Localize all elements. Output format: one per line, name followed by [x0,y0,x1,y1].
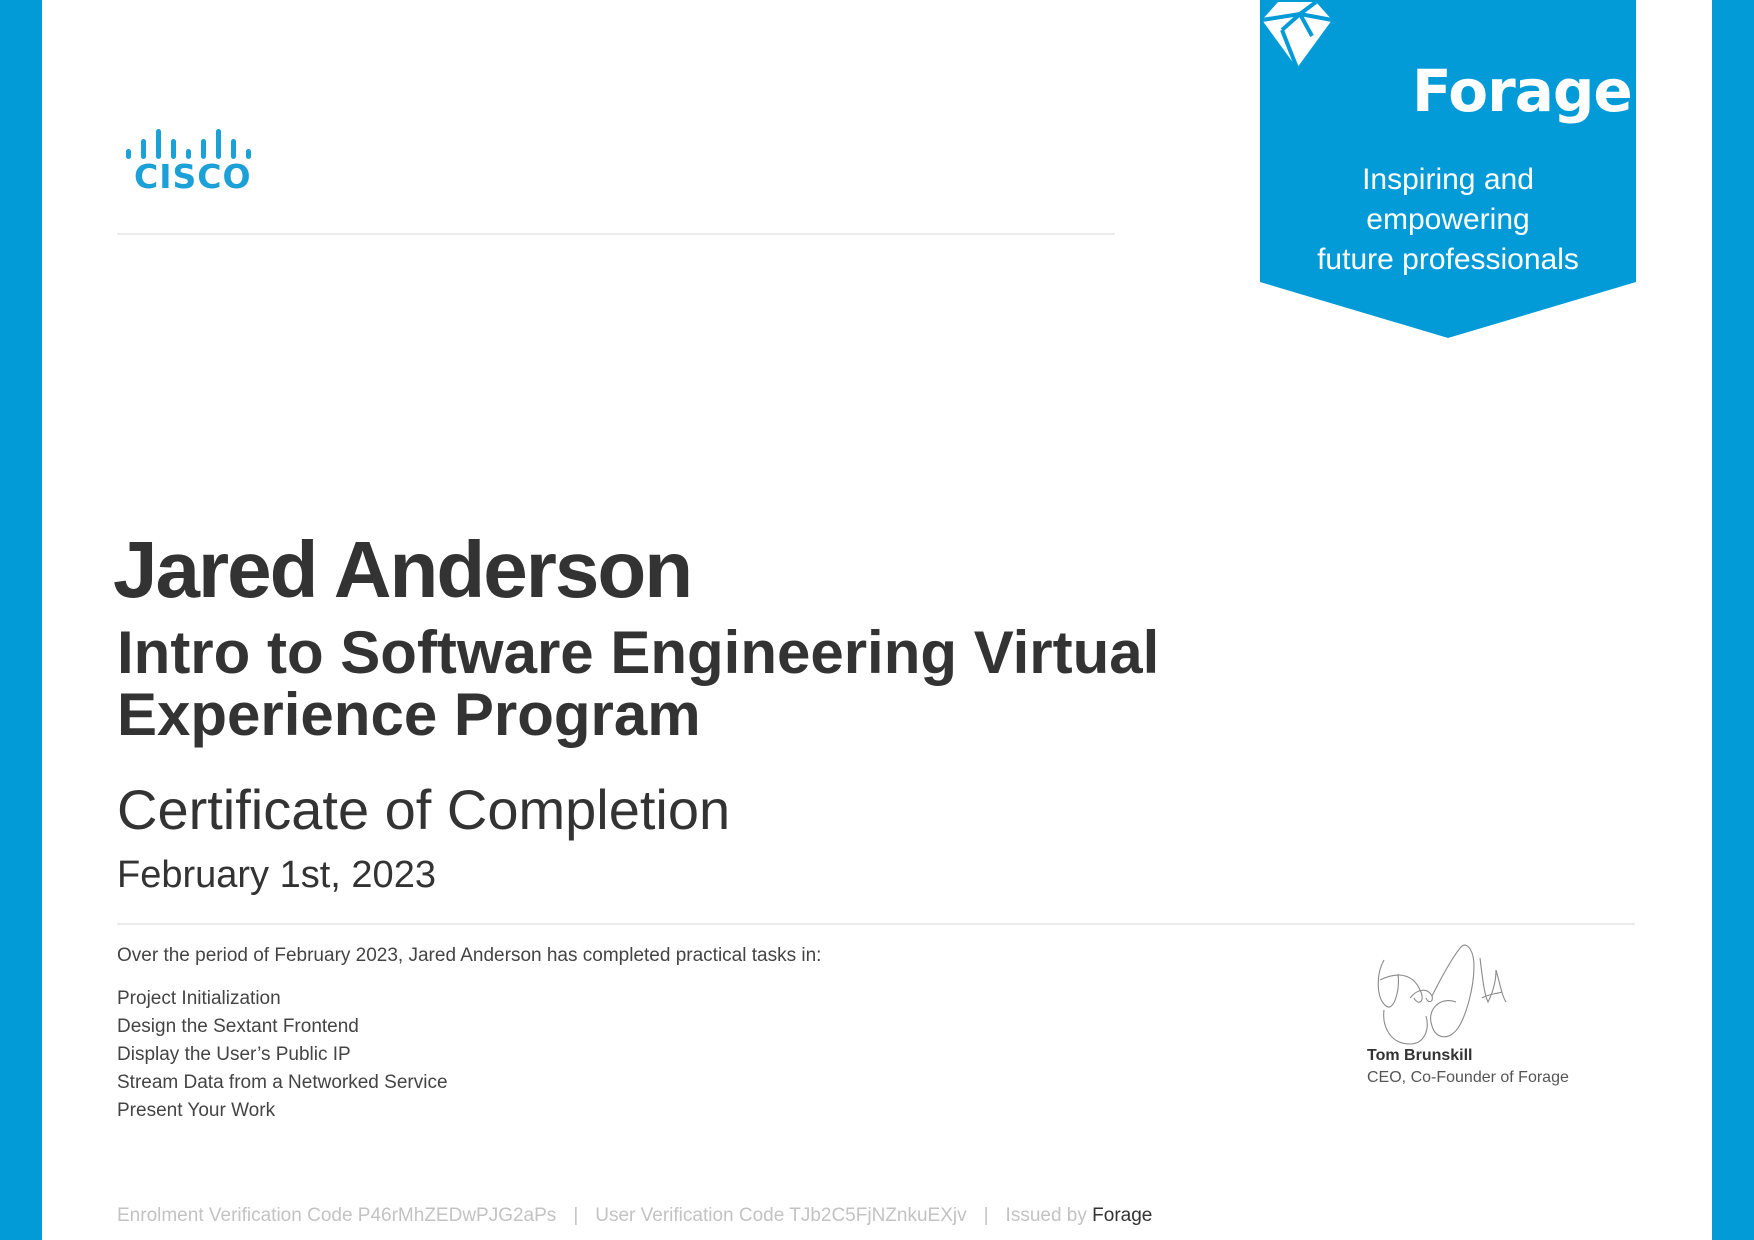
cisco-bars-icon [124,123,256,159]
forage-wordmark: Forage [1412,57,1633,125]
issued-by-label: Issued by [1005,1205,1087,1226]
task-item: Project Initialization [117,988,281,1009]
tagline-line: future professionals [1317,243,1579,276]
right-border-bar [1712,0,1754,1240]
task-item: Present Your Work [117,1100,276,1121]
recipient-name: Jared Anderson [113,525,693,614]
task-item: Design the Sextant Frontend [117,1016,359,1037]
tagline-line: Inspiring and [1362,163,1534,196]
certificate-date: February 1st, 2023 [117,854,436,896]
forage-tagline: Inspiring and empowering future professi… [1260,160,1636,280]
forage-gem-icon [1261,0,1333,69]
certificate-title: Certificate of Completion [117,778,731,841]
cisco-wordmark: CISCO [134,157,252,196]
task-list: Project Initialization Design the Sextan… [117,985,448,1125]
handwritten-signature [1377,944,1507,1045]
forage-badge: Forage Inspiring and empowering future p… [1260,0,1636,338]
tagline-line: empowering [1366,203,1530,236]
footer-separator: | [573,1205,579,1226]
task-item: Display the User’s Public IP [117,1044,351,1065]
left-border-bar [0,0,42,1240]
program-title: Intro to Software Engineering Virtual Ex… [117,619,1160,748]
content-divider [117,923,1635,925]
signatory-title: CEO, Co-Founder of Forage [1367,1069,1569,1086]
user-verification-code: User Verification Code TJb2C5FjNZnkuEXjv [595,1205,967,1226]
verification-footer: Enrolment Verification Code P46rMhZEDwPJ… [117,1202,1152,1230]
completion-statement: Over the period of February 2023, Jared … [117,945,822,966]
cisco-logo: CISCO [124,123,256,195]
header-divider [117,233,1115,235]
enrolment-verification-code: Enrolment Verification Code P46rMhZEDwPJ… [117,1205,557,1226]
task-item: Stream Data from a Networked Service [117,1072,448,1093]
signatory-name: Tom Brunskill [1367,1047,1473,1064]
footer-separator: | [983,1205,989,1226]
issuer-name: Forage [1092,1205,1153,1226]
